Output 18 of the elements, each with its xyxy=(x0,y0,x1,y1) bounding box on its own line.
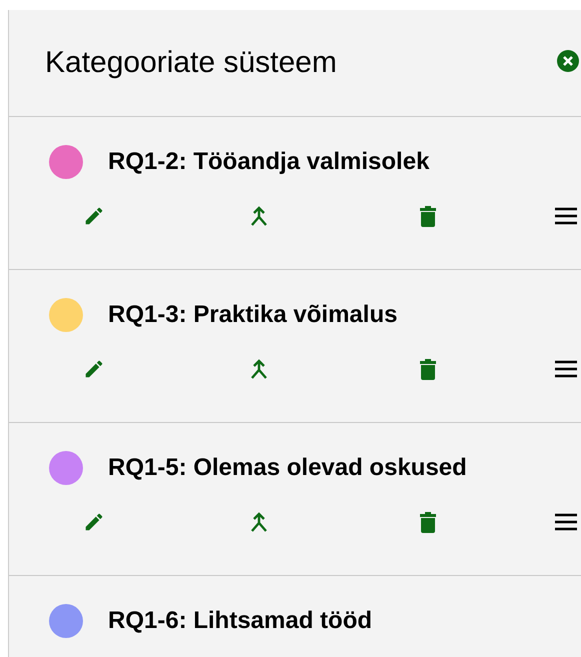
category-title: RQ1-5: Olemas olevad oskused xyxy=(108,454,467,482)
panel-title: Kategooriate süsteem xyxy=(45,46,337,80)
category-title: RQ1-3: Praktika võimalus xyxy=(108,301,398,329)
menu-icon xyxy=(555,360,577,378)
merge-arrow-icon xyxy=(249,205,269,227)
menu-icon xyxy=(555,513,577,531)
menu-icon xyxy=(555,207,577,225)
trash-icon xyxy=(419,511,437,533)
merge-arrow-icon xyxy=(249,358,269,380)
trash-icon xyxy=(419,205,437,227)
category-title: RQ1-2: Tööandja valmisolek xyxy=(108,148,430,176)
merge-arrow-icon xyxy=(249,511,269,533)
pencil-icon xyxy=(83,511,105,533)
pencil-icon xyxy=(83,358,105,380)
close-button[interactable] xyxy=(557,50,579,72)
trash-icon xyxy=(419,358,437,380)
pencil-icon xyxy=(83,205,105,227)
category-title: RQ1-6: Lihtsamad tööd xyxy=(108,607,372,635)
